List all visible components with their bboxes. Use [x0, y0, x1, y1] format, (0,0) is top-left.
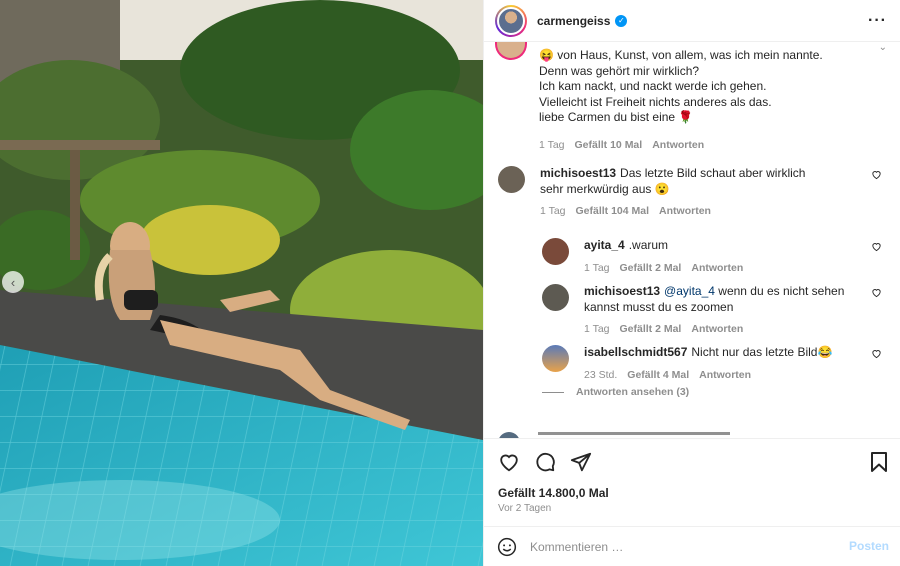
comment-likes[interactable]: Gefällt 2 Mal: [620, 261, 682, 277]
bookmark-save-icon[interactable]: [869, 451, 889, 473]
comments-list[interactable]: 😝 von Haus, Kunst, von allem, was ich me…: [484, 42, 900, 438]
previous-image-arrow-icon[interactable]: ‹: [2, 271, 24, 293]
comment-avatar[interactable]: [498, 166, 525, 193]
caption-line-2: Denn was gehört mir wirklich?: [539, 63, 700, 78]
comment-time[interactable]: 1 Tag: [540, 204, 566, 220]
comment-likes[interactable]: Gefällt 104 Mal: [576, 204, 650, 220]
post-side-panel: carmengeiss ✓ ··· 😝 von Haus, Kunst, von…: [483, 0, 900, 566]
comment-username[interactable]: isabellschmidt567: [584, 345, 687, 359]
caption-likes[interactable]: Gefällt 10 Mal: [575, 139, 643, 151]
comment-meta: 1 Tag Gefällt 104 Mal Antworten: [540, 204, 830, 220]
view-replies-button[interactable]: Antworten ansehen (3): [542, 386, 689, 398]
comment-time[interactable]: 1 Tag: [584, 261, 610, 277]
comment-username[interactable]: michisoest13: [584, 284, 660, 298]
comment-username[interactable]: michisoest13: [540, 166, 616, 180]
comment-username[interactable]: ayita_4: [584, 238, 625, 252]
comment-text: Nicht nur das letzte Bild😂: [691, 345, 833, 359]
comment-avatar[interactable]: [542, 345, 569, 372]
post-header: carmengeiss ✓ ···: [484, 0, 900, 42]
comment-reply-button[interactable]: Antworten: [691, 261, 743, 277]
like-comment-heart-icon[interactable]: [871, 241, 882, 252]
comment-likes[interactable]: Gefällt 2 Mal: [620, 322, 682, 338]
comment-reply-button[interactable]: Antworten: [691, 322, 743, 338]
caption-time[interactable]: 1 Tag: [539, 139, 565, 151]
post-photo[interactable]: ‹: [0, 0, 483, 566]
post-actions: Gefällt 14.800,0 Mal Vor 2 Tagen: [484, 438, 900, 524]
caption-text: 😝 von Haus, Kunst, von allem, was ich me…: [539, 48, 839, 126]
comment-input[interactable]: [530, 539, 830, 554]
caption-line-1: von Haus, Kunst, von allem, was ich mein…: [557, 48, 823, 62]
comment-avatar[interactable]: [542, 284, 569, 311]
share-send-icon[interactable]: [570, 451, 592, 473]
comment-body: michisoest13 Das letzte Bild schaut aber …: [540, 166, 830, 220]
more-options-icon[interactable]: ···: [868, 12, 887, 30]
like-comment-heart-icon[interactable]: [871, 348, 882, 359]
comment-body: michisoest13 @ayita_4 wenn du es nicht se…: [584, 284, 869, 338]
chevron-down-icon[interactable]: ⌄: [879, 42, 887, 53]
view-replies-label: Antworten ansehen (3): [576, 386, 690, 398]
like-comment-heart-icon[interactable]: [871, 169, 882, 180]
comment-time[interactable]: 1 Tag: [584, 322, 610, 338]
comment-mention-link[interactable]: @ayita_4: [664, 284, 715, 298]
verified-badge-icon: ✓: [615, 14, 628, 27]
like-comment-heart-icon[interactable]: [871, 287, 882, 298]
post-modal: ‹ carmengeiss ✓ ··· 😝 von Haus, Kunst, v…: [0, 0, 900, 566]
caption-avatar[interactable]: [495, 42, 527, 60]
comment-text: .warum: [628, 238, 669, 252]
caption-line-3: Ich kam nackt, und nackt werde ich gehen…: [539, 79, 767, 93]
comment-composer: Posten: [484, 526, 900, 566]
comment-time[interactable]: 23 Std.: [584, 368, 617, 384]
caption-meta: 1 Tag Gefällt 10 Mal Antworten: [539, 139, 704, 151]
caption-reply-button[interactable]: Antworten: [652, 139, 704, 151]
comment-meta: 1 Tag Gefällt 2 Mal Antworten: [584, 322, 869, 338]
post-like-count[interactable]: Gefällt 14.800,0 Mal: [498, 486, 609, 500]
author-username[interactable]: carmengeiss: [537, 14, 610, 28]
comment-avatar[interactable]: [542, 238, 569, 265]
caption-lead-emoji: 😝: [539, 48, 554, 62]
comment-reply-button[interactable]: Antworten: [659, 204, 711, 220]
comment-meta: 1 Tag Gefällt 2 Mal Antworten: [584, 261, 834, 277]
emoji-picker-icon[interactable]: [497, 537, 517, 557]
action-icons: [498, 451, 592, 473]
comment-reply-button[interactable]: Antworten: [699, 368, 751, 384]
comment-body: ayita_4 .warum 1 Tag Gefällt 2 Mal Antwor…: [584, 238, 834, 276]
post-timestamp[interactable]: Vor 2 Tagen: [498, 503, 551, 514]
post-comment-button[interactable]: Posten: [849, 539, 889, 553]
like-heart-icon[interactable]: [498, 451, 520, 473]
comment-body: isabellschmidt567 Nicht nur das letzte Bi…: [584, 345, 869, 383]
caption-line-5: liebe Carmen du bist eine 🌹: [539, 110, 694, 124]
caption-line-4: Vielleicht ist Freiheit nichts anderes a…: [539, 94, 772, 109]
author-avatar[interactable]: [495, 4, 527, 37]
photo-illustration: [0, 0, 483, 566]
comment-meta: 23 Std. Gefällt 4 Mal Antworten: [584, 368, 869, 384]
view-replies-divider: [542, 391, 564, 393]
comment-likes[interactable]: Gefällt 4 Mal: [627, 368, 689, 384]
comment-bubble-icon[interactable]: [534, 451, 556, 473]
